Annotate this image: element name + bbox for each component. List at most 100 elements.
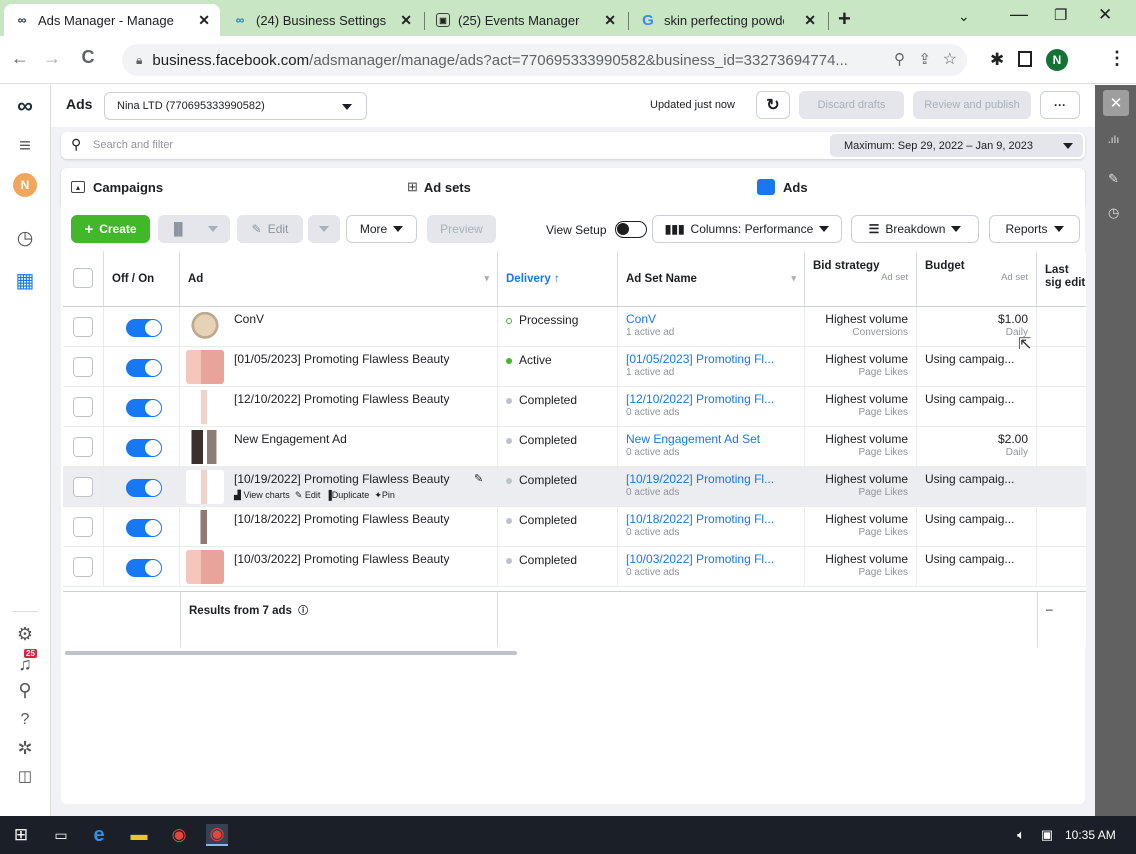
ad-name[interactable]: New Engagement Ad: [234, 432, 347, 446]
ad-name-cell[interactable]: [10/18/2022] Promoting Flawless Beauty: [180, 507, 498, 547]
col-last-edit[interactable]: Last sig edit: [1037, 251, 1086, 307]
adset-name[interactable]: [12/10/2022] Promoting Fl...: [626, 392, 774, 406]
extensions-icon[interactable]: ✱: [990, 50, 1004, 70]
preview-button[interactable]: Preview: [427, 215, 496, 243]
edit-panel-icon[interactable]: ✎: [1108, 171, 1119, 187]
table-row[interactable]: [12/10/2022] Promoting Flawless Beauty Co…: [63, 387, 1086, 427]
back-icon[interactable]: ←: [8, 48, 32, 69]
duplicate-action[interactable]: ▐Duplicate: [325, 490, 369, 500]
ad-on-off-toggle[interactable]: [126, 359, 162, 377]
review-publish-button[interactable]: Review and publish: [913, 91, 1031, 119]
close-panel-icon[interactable]: ✕: [1103, 90, 1129, 116]
search-icon[interactable]: ⚲: [12, 677, 38, 703]
create-button[interactable]: + Create: [71, 215, 150, 243]
tab-campaigns[interactable]: ▴ Campaigns: [71, 168, 401, 206]
ad-on-off-toggle[interactable]: [126, 319, 162, 337]
reports-button[interactable]: Reports: [989, 215, 1080, 243]
table-row[interactable]: [10/03/2022] Promoting Flawless Beauty Co…: [63, 547, 1086, 587]
adset-cell[interactable]: [10/18/2022] Promoting Fl... 0 active ads: [618, 507, 805, 547]
close-icon[interactable]: ✕: [796, 12, 816, 29]
tab-search-icon[interactable]: ⌄: [958, 8, 970, 25]
windows-start-icon[interactable]: ⊞: [10, 824, 32, 846]
ads-manager-table-icon[interactable]: ▦: [12, 267, 38, 293]
notifications-icon[interactable]: ♫ 25: [12, 649, 38, 677]
table-row[interactable]: [01/05/2023] Promoting Flawless Beauty Ac…: [63, 347, 1086, 387]
file-explorer-icon[interactable]: ▬: [128, 824, 150, 846]
row-checkbox[interactable]: [73, 517, 93, 537]
edit-dropdown[interactable]: [308, 215, 340, 243]
edit-action[interactable]: ✎ Edit: [295, 490, 321, 500]
adset-cell[interactable]: [10/03/2022] Promoting Fl... 0 active ads: [618, 547, 805, 587]
ad-name-cell[interactable]: [10/03/2022] Promoting Flawless Beauty: [180, 547, 498, 587]
info-icon[interactable]: ⓘ: [298, 606, 308, 617]
ad-name[interactable]: ConV: [234, 312, 264, 326]
col-bid[interactable]: Bid strategy Ad set: [805, 251, 917, 307]
table-row[interactable]: ConV Processing ConV 1 active ad Highest vol…: [63, 307, 1086, 347]
col-ad[interactable]: Ad ▾: [180, 251, 498, 307]
adset-name[interactable]: [10/03/2022] Promoting Fl...: [626, 552, 774, 566]
table-row[interactable]: [10/19/2022] Promoting Flawless Beauty ▟ …: [63, 467, 1086, 507]
tab-ad-sets[interactable]: ⊞ Ad sets: [407, 168, 737, 206]
row-checkbox[interactable]: [73, 437, 93, 457]
close-icon[interactable]: ✕: [596, 12, 616, 29]
ad-name[interactable]: [10/19/2022] Promoting Flawless Beauty: [234, 472, 449, 486]
edit-name-icon[interactable]: ✎: [474, 472, 483, 485]
share-icon[interactable]: ⇪: [918, 50, 931, 68]
volume-muted-icon[interactable]: 🔈︎: [1010, 824, 1032, 846]
col-delivery[interactable]: Delivery ↑: [498, 251, 618, 307]
horizontal-scrollbar[interactable]: [65, 651, 517, 655]
network-icon[interactable]: ▣: [1036, 824, 1058, 846]
profile-avatar[interactable]: N: [1046, 49, 1068, 71]
settings-icon[interactable]: ⚙: [12, 621, 38, 647]
ad-name[interactable]: [10/18/2022] Promoting Flawless Beauty: [234, 512, 449, 526]
dashboard-icon[interactable]: ◷: [12, 225, 38, 251]
account-avatar[interactable]: N: [13, 173, 37, 197]
chrome-icon[interactable]: ◉: [168, 824, 190, 846]
ad-on-off-toggle[interactable]: [126, 439, 162, 457]
edit-button[interactable]: ✎ Edit: [237, 215, 303, 243]
ad-on-off-toggle[interactable]: [126, 479, 162, 497]
row-checkbox[interactable]: [73, 557, 93, 577]
col-offon[interactable]: Off / On: [104, 251, 180, 307]
col-adset[interactable]: Ad Set Name ▾: [618, 251, 805, 307]
minimize-icon[interactable]: —: [1010, 4, 1028, 25]
adset-cell[interactable]: [10/19/2022] Promoting Fl... 0 active ads: [618, 467, 805, 507]
table-row[interactable]: New Engagement Ad Completed New Engagement…: [63, 427, 1086, 467]
restore-icon[interactable]: ❐: [1054, 6, 1067, 24]
adset-cell[interactable]: New Engagement Ad Set 0 active ads: [618, 427, 805, 467]
ad-name-cell[interactable]: ConV: [180, 307, 498, 347]
close-icon[interactable]: ✕: [392, 12, 412, 29]
adset-name[interactable]: New Engagement Ad Set: [626, 432, 760, 446]
tab-business-settings[interactable]: ∞ (24) Business Settings ✕: [222, 4, 422, 36]
row-checkbox[interactable]: [73, 357, 93, 377]
ad-name[interactable]: [12/10/2022] Promoting Flawless Beauty: [234, 392, 449, 406]
reload-icon[interactable]: C: [76, 47, 100, 68]
account-selector[interactable]: Nina LTD (770695333990582): [104, 92, 367, 120]
view-setup-toggle[interactable]: [615, 221, 647, 238]
adset-name[interactable]: ConV: [626, 312, 656, 326]
select-all-checkbox[interactable]: [73, 268, 93, 288]
clock[interactable]: 10:35 AM: [1065, 828, 1116, 842]
bookmark-star-icon[interactable]: ☆: [943, 49, 957, 69]
new-tab-button[interactable]: +: [838, 6, 851, 32]
adset-cell[interactable]: [01/05/2023] Promoting Fl... 1 active ad: [618, 347, 805, 387]
address-bar[interactable]: 🔒︎ business.facebook.com /adsmanager/man…: [122, 44, 967, 76]
adset-name[interactable]: [01/05/2023] Promoting Fl...: [626, 352, 774, 366]
pin-action[interactable]: ✦Pin: [374, 490, 395, 500]
task-view-icon[interactable]: ▭: [50, 824, 72, 846]
history-icon[interactable]: ◷: [1108, 205, 1119, 221]
menu-icon[interactable]: ≡: [12, 133, 38, 159]
chart-icon[interactable]: .ılı: [1108, 135, 1119, 146]
adset-cell[interactable]: ConV 1 active ad: [618, 307, 805, 347]
window-close-icon[interactable]: ✕: [1098, 5, 1112, 25]
adset-name[interactable]: [10/18/2022] Promoting Fl...: [626, 512, 774, 526]
side-panel-icon[interactable]: [1018, 51, 1032, 67]
ad-on-off-toggle[interactable]: [126, 399, 162, 417]
discard-drafts-button[interactable]: Discard drafts: [799, 91, 904, 119]
row-checkbox[interactable]: [73, 317, 93, 337]
meta-logo-icon[interactable]: ∞: [12, 93, 38, 119]
row-checkbox[interactable]: [73, 397, 93, 417]
adset-cell[interactable]: [12/10/2022] Promoting Fl... 0 active ads: [618, 387, 805, 427]
close-icon[interactable]: ✕: [190, 12, 210, 29]
ad-name[interactable]: [01/05/2023] Promoting Flawless Beauty: [234, 352, 449, 366]
